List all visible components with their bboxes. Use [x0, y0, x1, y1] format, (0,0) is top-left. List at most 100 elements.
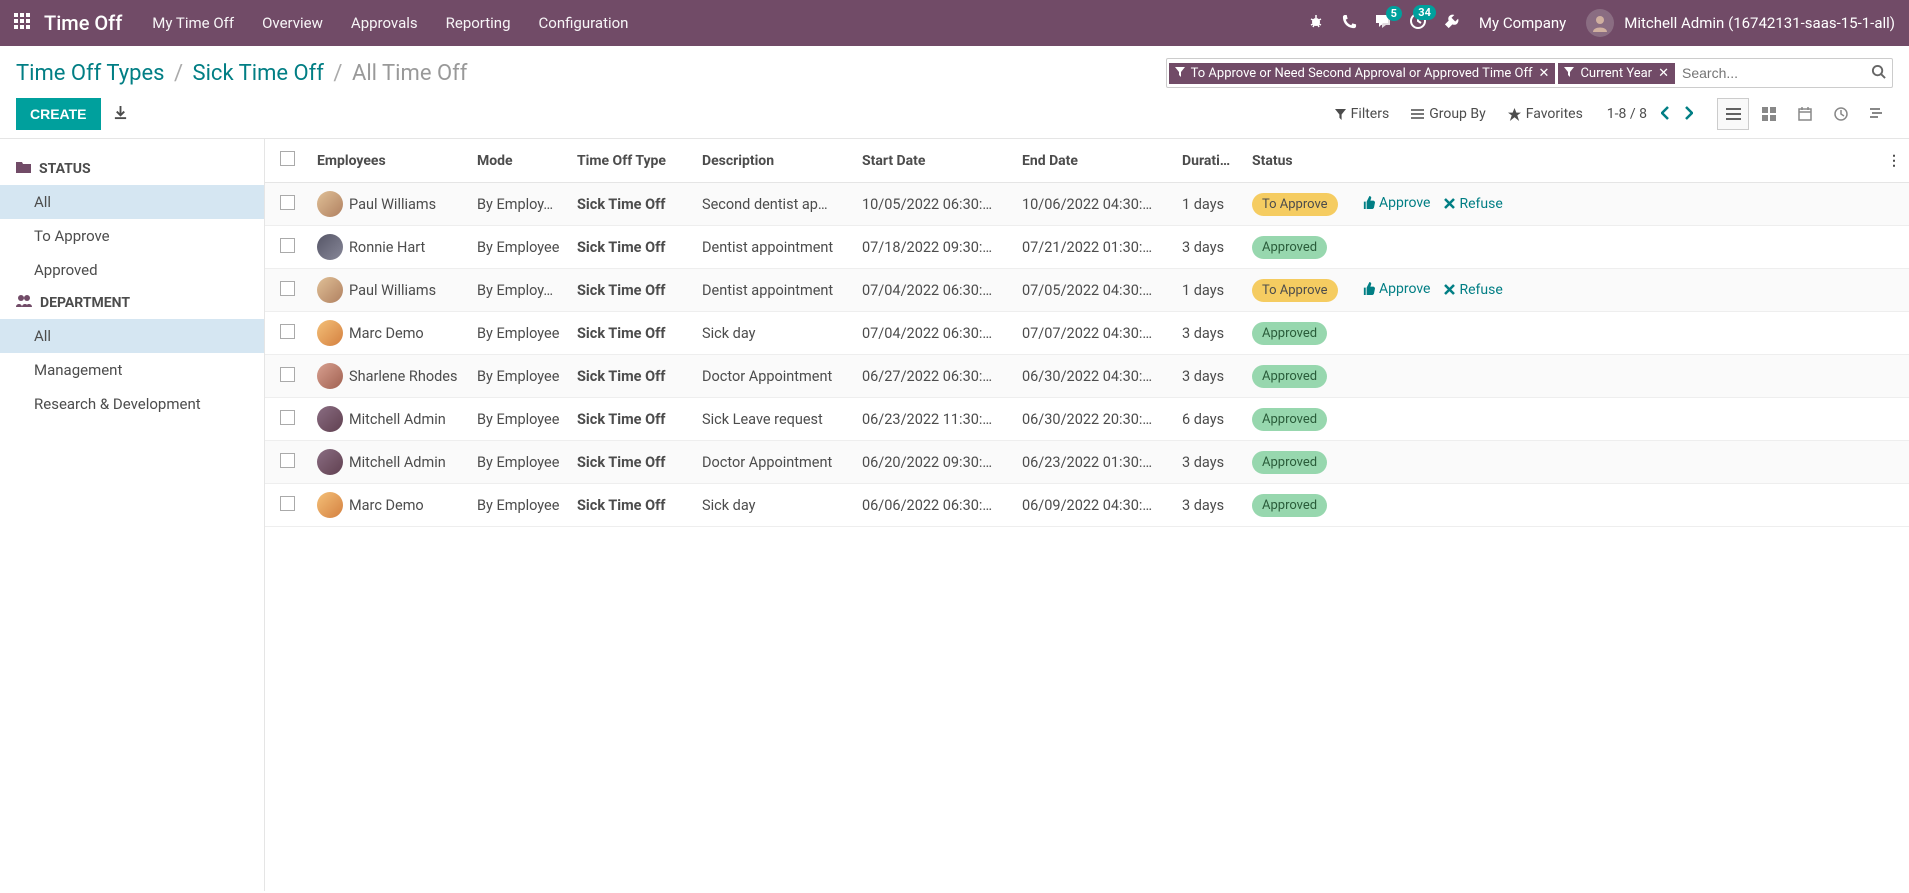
- debug-icon[interactable]: [1308, 13, 1324, 33]
- sidebar-item-management[interactable]: Management: [0, 353, 264, 387]
- view-gantt-icon[interactable]: [1861, 98, 1893, 130]
- cell-start-date: 06/06/2022 06:30:…: [854, 484, 1014, 527]
- messages-icon[interactable]: 5: [1375, 14, 1392, 33]
- col-type[interactable]: Time Off Type: [569, 139, 694, 183]
- favorites-button[interactable]: Favorites: [1508, 106, 1583, 122]
- cell-mode: By Employee: [469, 484, 569, 527]
- cell-actions: [1354, 312, 1879, 355]
- select-all-checkbox[interactable]: [280, 151, 295, 166]
- search-input[interactable]: [1678, 61, 1867, 85]
- phone-icon[interactable]: [1342, 14, 1357, 33]
- cell-duration: 3 days: [1174, 312, 1244, 355]
- cell-mode: By Employ…: [469, 269, 569, 312]
- breadcrumb: Time Off Types / Sick Time Off / All Tim…: [16, 61, 467, 86]
- user-avatar-icon: [1586, 9, 1614, 37]
- table-row[interactable]: Marc DemoBy EmployeeSick Time OffSick da…: [265, 484, 1909, 527]
- pager-prev-icon[interactable]: [1661, 105, 1670, 124]
- row-checkbox[interactable]: [280, 281, 295, 296]
- sidebar-item-to-approve[interactable]: To Approve: [0, 219, 264, 253]
- cell-mode: By Employ…: [469, 183, 569, 226]
- sidebar-item-status-all[interactable]: All: [0, 185, 264, 219]
- filters-button[interactable]: Filters: [1335, 106, 1390, 122]
- cell-mode: By Employee: [469, 226, 569, 269]
- nav-overview[interactable]: Overview: [262, 14, 323, 32]
- apps-icon[interactable]: [14, 13, 30, 33]
- app-title: Time Off: [44, 11, 122, 35]
- cell-type: Sick Time Off: [569, 183, 694, 226]
- search-icon[interactable]: [1871, 64, 1886, 83]
- row-checkbox[interactable]: [280, 410, 295, 425]
- nav-my-time-off[interactable]: My Time Off: [152, 14, 234, 32]
- col-mode[interactable]: Mode: [469, 139, 569, 183]
- table-row[interactable]: Marc DemoBy EmployeeSick Time OffSick da…: [265, 312, 1909, 355]
- cell-mode: By Employee: [469, 398, 569, 441]
- col-start-date[interactable]: Start Date: [854, 139, 1014, 183]
- facet-remove-icon[interactable]: ✕: [1658, 66, 1669, 81]
- nav-approvals[interactable]: Approvals: [351, 14, 418, 32]
- cell-type: Sick Time Off: [569, 312, 694, 355]
- control-panel: Time Off Types / Sick Time Off / All Tim…: [0, 46, 1909, 138]
- cell-mode: By Employee: [469, 441, 569, 484]
- col-options-icon[interactable]: ⋮: [1879, 139, 1909, 183]
- cell-start-date: 06/23/2022 11:30:…: [854, 398, 1014, 441]
- view-switcher: [1717, 98, 1893, 130]
- search-bar[interactable]: To Approve or Need Second Approval or Ap…: [1166, 58, 1893, 88]
- table-row[interactable]: Sharlene RhodesBy EmployeeSick Time OffD…: [265, 355, 1909, 398]
- status-badge: To Approve: [1252, 193, 1338, 216]
- col-employees[interactable]: Employees: [309, 139, 469, 183]
- table-row[interactable]: Ronnie HartBy EmployeeSick Time OffDenti…: [265, 226, 1909, 269]
- col-description[interactable]: Description: [694, 139, 854, 183]
- breadcrumb-current: All Time Off: [352, 61, 467, 86]
- row-checkbox[interactable]: [280, 453, 295, 468]
- pager-text[interactable]: 1-8 / 8: [1607, 106, 1647, 122]
- sidebar-item-dept-all[interactable]: All: [0, 319, 264, 353]
- table-row[interactable]: Paul WilliamsBy Employ…Sick Time OffDent…: [265, 269, 1909, 312]
- facet-label: To Approve or Need Second Approval or Ap…: [1191, 66, 1533, 81]
- favorites-label: Favorites: [1526, 106, 1583, 122]
- activities-icon[interactable]: 34: [1410, 13, 1426, 33]
- approve-button[interactable]: Approve: [1362, 281, 1430, 297]
- systray: 5 34: [1308, 13, 1459, 33]
- row-checkbox[interactable]: [280, 367, 295, 382]
- sidebar-item-approved[interactable]: Approved: [0, 253, 264, 287]
- refuse-button[interactable]: Refuse: [1444, 196, 1502, 212]
- nav-configuration[interactable]: Configuration: [539, 14, 629, 32]
- cell-end-date: 06/23/2022 01:30:…: [1014, 441, 1174, 484]
- col-end-date[interactable]: End Date: [1014, 139, 1174, 183]
- cell-type: Sick Time Off: [569, 441, 694, 484]
- view-calendar-icon[interactable]: [1789, 98, 1821, 130]
- sidebar-status-header: STATUS: [0, 153, 264, 185]
- view-kanban-icon[interactable]: [1753, 98, 1785, 130]
- cell-type: Sick Time Off: [569, 484, 694, 527]
- view-list-icon[interactable]: [1717, 98, 1749, 130]
- table-row[interactable]: Paul WilliamsBy Employ…Sick Time OffSeco…: [265, 183, 1909, 226]
- col-status[interactable]: Status: [1244, 139, 1354, 183]
- group-by-button[interactable]: Group By: [1411, 106, 1486, 122]
- table-row[interactable]: Mitchell AdminBy EmployeeSick Time OffSi…: [265, 398, 1909, 441]
- user-menu[interactable]: Mitchell Admin (16742131-saas-15-1-all): [1586, 9, 1895, 37]
- approve-button[interactable]: Approve: [1362, 195, 1430, 211]
- company-switcher[interactable]: My Company: [1479, 14, 1566, 32]
- row-checkbox[interactable]: [280, 496, 295, 511]
- pager-next-icon[interactable]: [1684, 105, 1693, 124]
- row-checkbox[interactable]: [280, 195, 295, 210]
- create-button[interactable]: CREATE: [16, 98, 101, 130]
- cell-description: Sick day: [694, 484, 854, 527]
- row-checkbox[interactable]: [280, 324, 295, 339]
- row-checkbox[interactable]: [280, 238, 295, 253]
- nav-reporting[interactable]: Reporting: [446, 14, 511, 32]
- breadcrumb-link-types[interactable]: Time Off Types: [16, 61, 165, 86]
- cell-end-date: 06/30/2022 20:30:…: [1014, 398, 1174, 441]
- breadcrumb-link-sick[interactable]: Sick Time Off: [193, 61, 324, 86]
- facet-remove-icon[interactable]: ✕: [1539, 66, 1550, 81]
- tools-icon[interactable]: [1444, 14, 1459, 33]
- cell-mode: By Employee: [469, 312, 569, 355]
- sidebar-item-rd[interactable]: Research & Development: [0, 387, 264, 421]
- refuse-button[interactable]: Refuse: [1444, 282, 1502, 298]
- view-activity-icon[interactable]: [1825, 98, 1857, 130]
- col-duration[interactable]: Durati…: [1174, 139, 1244, 183]
- cell-actions: Approve Refuse: [1354, 183, 1879, 226]
- cell-actions: [1354, 226, 1879, 269]
- table-row[interactable]: Mitchell AdminBy EmployeeSick Time OffDo…: [265, 441, 1909, 484]
- download-icon[interactable]: [113, 105, 128, 124]
